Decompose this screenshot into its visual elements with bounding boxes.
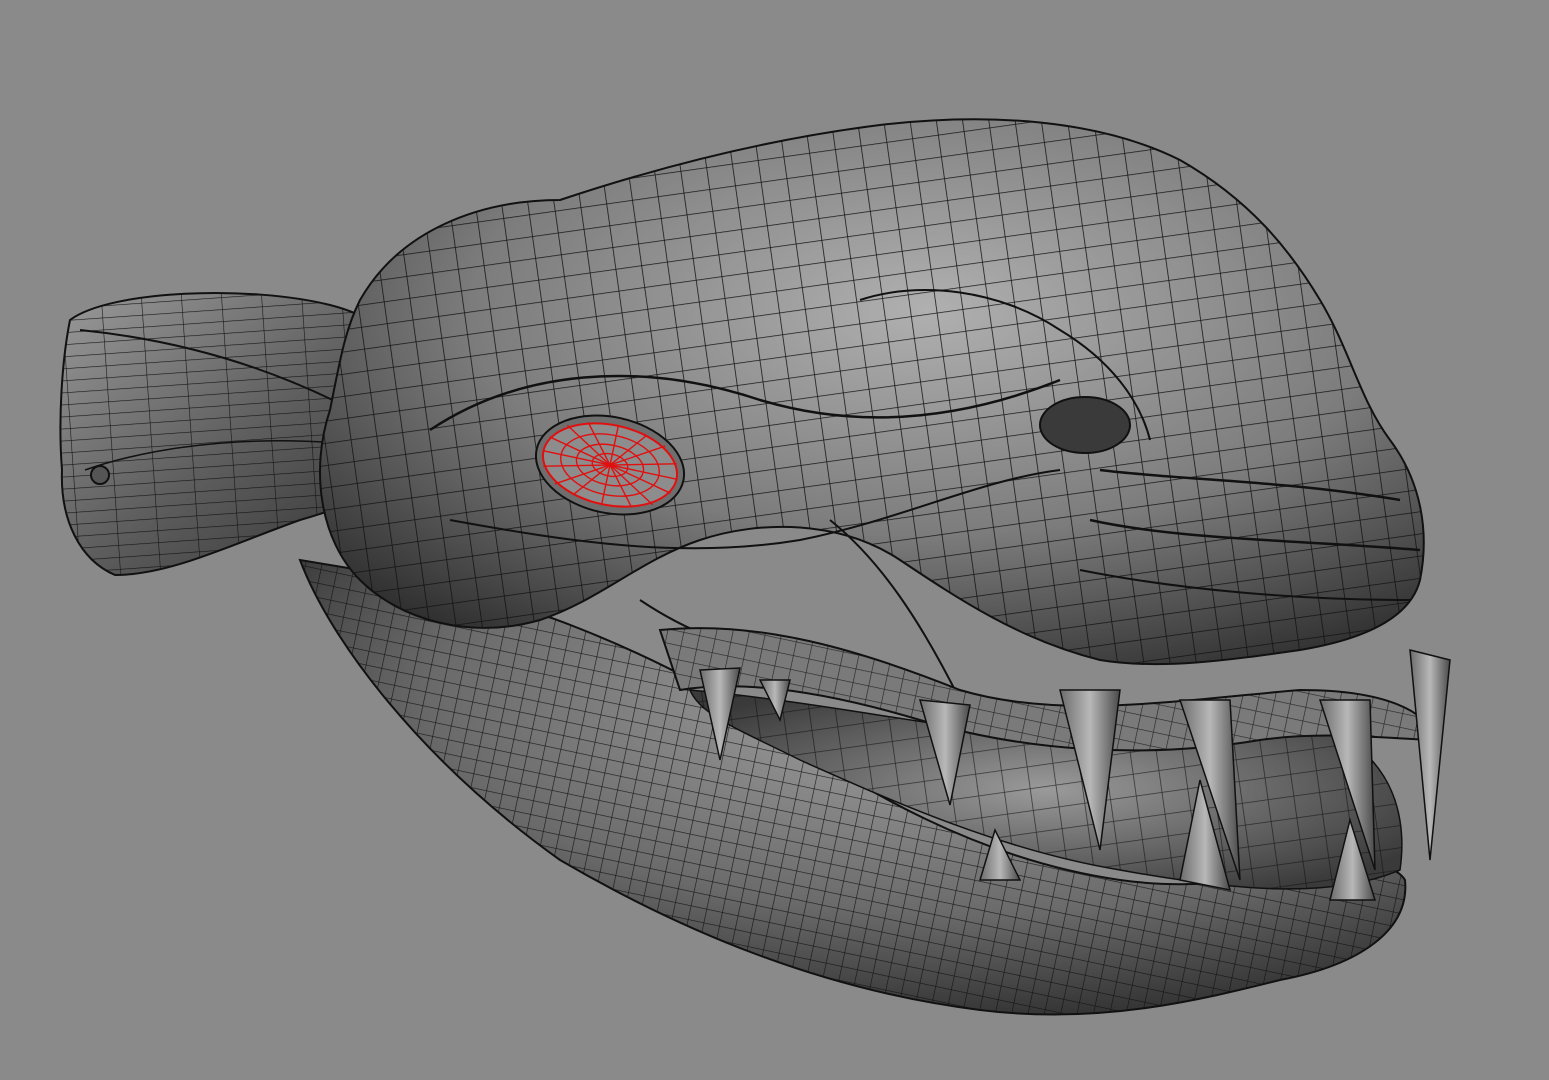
head-mesh[interactable]	[319, 118, 1425, 701]
viewport-canvas[interactable]	[0, 0, 1549, 1080]
tooth-7	[1409, 649, 1451, 861]
3d-viewport[interactable]	[0, 0, 1549, 1080]
